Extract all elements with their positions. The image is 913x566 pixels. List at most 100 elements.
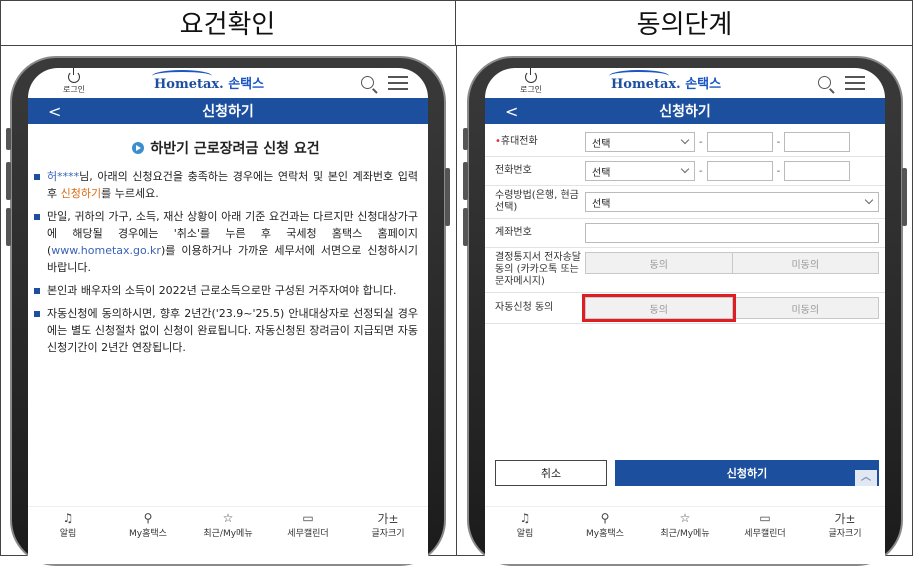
header-right: 동의단계 xyxy=(456,0,913,46)
logo-sub: 손택스 xyxy=(685,77,722,92)
bottom-navigation: ♫ 알림 ⚲ My홈택스 ☆ 최근/My메뉴 ▭ 세무캘린더 가± 글자크기 xyxy=(485,506,885,546)
phone-side-button xyxy=(463,162,468,200)
column-divider xyxy=(456,46,457,556)
hometax-logo[interactable]: Hometax. 손택스 xyxy=(154,73,264,92)
application-form: •휴대전화 선택 - - 전화번호 선택 - - 수령방법(은행, 현금선택) … xyxy=(485,128,885,324)
nav-label: 세무캘린더 xyxy=(287,529,329,539)
e-notice-consent-label: 결정통지서 전자송달 동의 (카카오톡 또는 문자메시지) xyxy=(495,252,581,287)
bottom-navigation: ♫ 알림 ⚲ My홈택스 ☆ 최근/My메뉴 ▭ 세무캘린더 가± 글자크기 xyxy=(28,506,428,546)
nav-my-hometax[interactable]: ⚲ My홈택스 xyxy=(572,511,638,539)
logo-main: Hometax. xyxy=(154,77,224,92)
bell-icon: ♫ xyxy=(519,511,531,525)
square-bullet-icon xyxy=(34,311,40,317)
hometax-logo[interactable]: Hometax. 손택스 xyxy=(611,73,721,92)
cancel-button[interactable]: 취소 xyxy=(495,460,607,486)
page-title: 신청하기 xyxy=(202,104,254,120)
nav-label: 알림 xyxy=(516,529,534,539)
logo-sub: 손택스 xyxy=(228,77,265,92)
receive-method-select[interactable]: 선택 xyxy=(585,192,879,212)
chevron-down-icon xyxy=(680,135,690,145)
app-header: 로그인 Hometax. 손택스 xyxy=(28,68,428,98)
search-icon[interactable] xyxy=(361,76,374,89)
nav-label: 최근/My메뉴 xyxy=(660,529,710,539)
login-button[interactable]: 로그인 xyxy=(511,68,551,95)
requirements-content: 하반기 근로장려금 신청 요건 허****님, 아래의 신청요건을 충족하는 경… xyxy=(28,124,428,356)
phone-middle-input[interactable] xyxy=(706,161,773,181)
header-left: 요건확인 xyxy=(0,0,456,46)
nav-recent-menu[interactable]: ☆ 최근/My메뉴 xyxy=(195,511,261,539)
paragraph-text: 본인과 배우자의 소득이 2022년 근로소득으로만 구성된 거주자여야 합니다… xyxy=(47,284,397,297)
phone-side-button xyxy=(6,128,11,150)
star-icon: ☆ xyxy=(679,511,691,525)
mobile-prefix-select[interactable]: 선택 xyxy=(585,132,695,152)
nav-label: 최근/My메뉴 xyxy=(203,529,253,539)
requirement-item: 자동신청에 동의하시면, 향후 2년간('23.9~'25.5) 안내대상자로 … xyxy=(34,305,418,356)
phone-side-button xyxy=(463,128,468,150)
nav-font-size[interactable]: 가± 글자크기 xyxy=(355,511,421,540)
nav-recent-menu[interactable]: ☆ 최근/My메뉴 xyxy=(652,511,718,539)
nav-font-size[interactable]: 가± 글자크기 xyxy=(812,511,878,540)
nav-label: 글자크기 xyxy=(371,529,405,539)
back-arrow-icon[interactable]: < xyxy=(48,102,61,121)
square-bullet-icon xyxy=(34,174,40,180)
user-name: 허**** xyxy=(47,170,80,183)
form-row-notice: 결정통지서 전자송달 동의 (카카오톡 또는 문자메시지) 동의 미동의 xyxy=(485,248,885,293)
mobile-middle-input[interactable] xyxy=(706,132,773,152)
form-row-mobile: •휴대전화 선택 - - xyxy=(485,128,885,157)
logo-main: Hometax. xyxy=(611,77,681,92)
phone-side-button xyxy=(463,208,468,246)
nav-label: 세무캘린더 xyxy=(744,529,786,539)
mobile-last-input[interactable] xyxy=(784,132,851,152)
calendar-icon: ▭ xyxy=(759,511,771,525)
nav-label: 글자크기 xyxy=(828,529,862,539)
submit-label: 신청하기 xyxy=(726,467,768,480)
login-label: 로그인 xyxy=(62,85,86,94)
account-label: 계좌번호 xyxy=(495,227,532,238)
font-size-icon: 가± xyxy=(834,511,856,526)
nav-label: 알림 xyxy=(59,529,77,539)
requirement-item: 허****님, 아래의 신청요건을 충족하는 경우에는 연락처 및 본인 계좌번… xyxy=(34,168,418,202)
section-title-text: 하반기 근로장려금 신청 요건 xyxy=(150,141,320,157)
e-notice-disagree-button[interactable]: 미동의 xyxy=(732,252,879,274)
phone-prefix-select[interactable]: 선택 xyxy=(585,161,695,181)
nav-tax-calendar[interactable]: ▭ 세무캘린더 xyxy=(732,511,798,539)
login-button[interactable]: 로그인 xyxy=(54,68,94,95)
hometax-url-link[interactable]: www.hometax.go.kr xyxy=(51,244,161,257)
app-header: 로그인 Hometax. 손택스 xyxy=(485,68,885,98)
star-icon: ☆ xyxy=(222,511,234,525)
requirement-item: 만일, 귀하의 가구, 소득, 재산 상황이 아래 기준 요건과는 다르지만 신… xyxy=(34,208,418,276)
form-row-auto: 자동신청 동의 동의 미동의 xyxy=(485,293,885,324)
square-bullet-icon xyxy=(34,214,40,220)
nav-notifications[interactable]: ♫ 알림 xyxy=(35,511,101,539)
chevron-down-icon xyxy=(680,164,690,174)
page-title-bar: < 신청하기 xyxy=(28,98,428,124)
hamburger-menu-icon[interactable] xyxy=(845,76,865,90)
form-row-receive: 수령방법(은행, 현금선택) 선택 xyxy=(485,186,885,219)
auto-apply-agree-button[interactable]: 동의 xyxy=(582,294,736,322)
auto-apply-disagree-button[interactable]: 미동의 xyxy=(732,297,879,319)
hamburger-menu-icon[interactable] xyxy=(388,76,408,90)
page-title-bar: < 신청하기 xyxy=(485,98,885,124)
nav-tax-calendar[interactable]: ▭ 세무캘린더 xyxy=(275,511,341,539)
account-number-input[interactable] xyxy=(585,223,879,243)
form-row-phone: 전화번호 선택 - - xyxy=(485,157,885,186)
form-actions: 취소 신청하기 ︿ xyxy=(495,460,879,486)
play-bullet-icon xyxy=(132,142,145,154)
phone-label: 전화번호 xyxy=(495,165,532,176)
nav-label: My홈택스 xyxy=(129,529,167,539)
search-icon[interactable] xyxy=(818,76,831,89)
paragraph-text: 를 누르세요. xyxy=(101,187,159,200)
back-arrow-icon[interactable]: < xyxy=(505,102,518,121)
scroll-top-icon[interactable]: ︿ xyxy=(855,470,877,486)
apply-link[interactable]: 신청하기 xyxy=(61,187,101,200)
nav-notifications[interactable]: ♫ 알림 xyxy=(492,511,558,539)
submit-button[interactable]: 신청하기 ︿ xyxy=(615,460,879,486)
nav-my-hometax[interactable]: ⚲ My홈택스 xyxy=(115,511,181,539)
phone-side-button xyxy=(6,208,11,246)
phone-left: 로그인 Hometax. 손택스 < 신청하기 하반기 근로장려금 신청 요건 … xyxy=(6,56,450,566)
phone-right: 로그인 Hometax. 손택스 < 신청하기 •휴대전화 선택 - - 전화번… xyxy=(463,56,907,566)
paragraph-text: 자동신청에 동의하시면, 향후 2년간('23.9~'25.5) 안내대상자로 … xyxy=(47,307,418,354)
e-notice-agree-button[interactable]: 동의 xyxy=(585,252,733,274)
power-icon xyxy=(525,68,537,83)
phone-last-input[interactable] xyxy=(784,161,851,181)
